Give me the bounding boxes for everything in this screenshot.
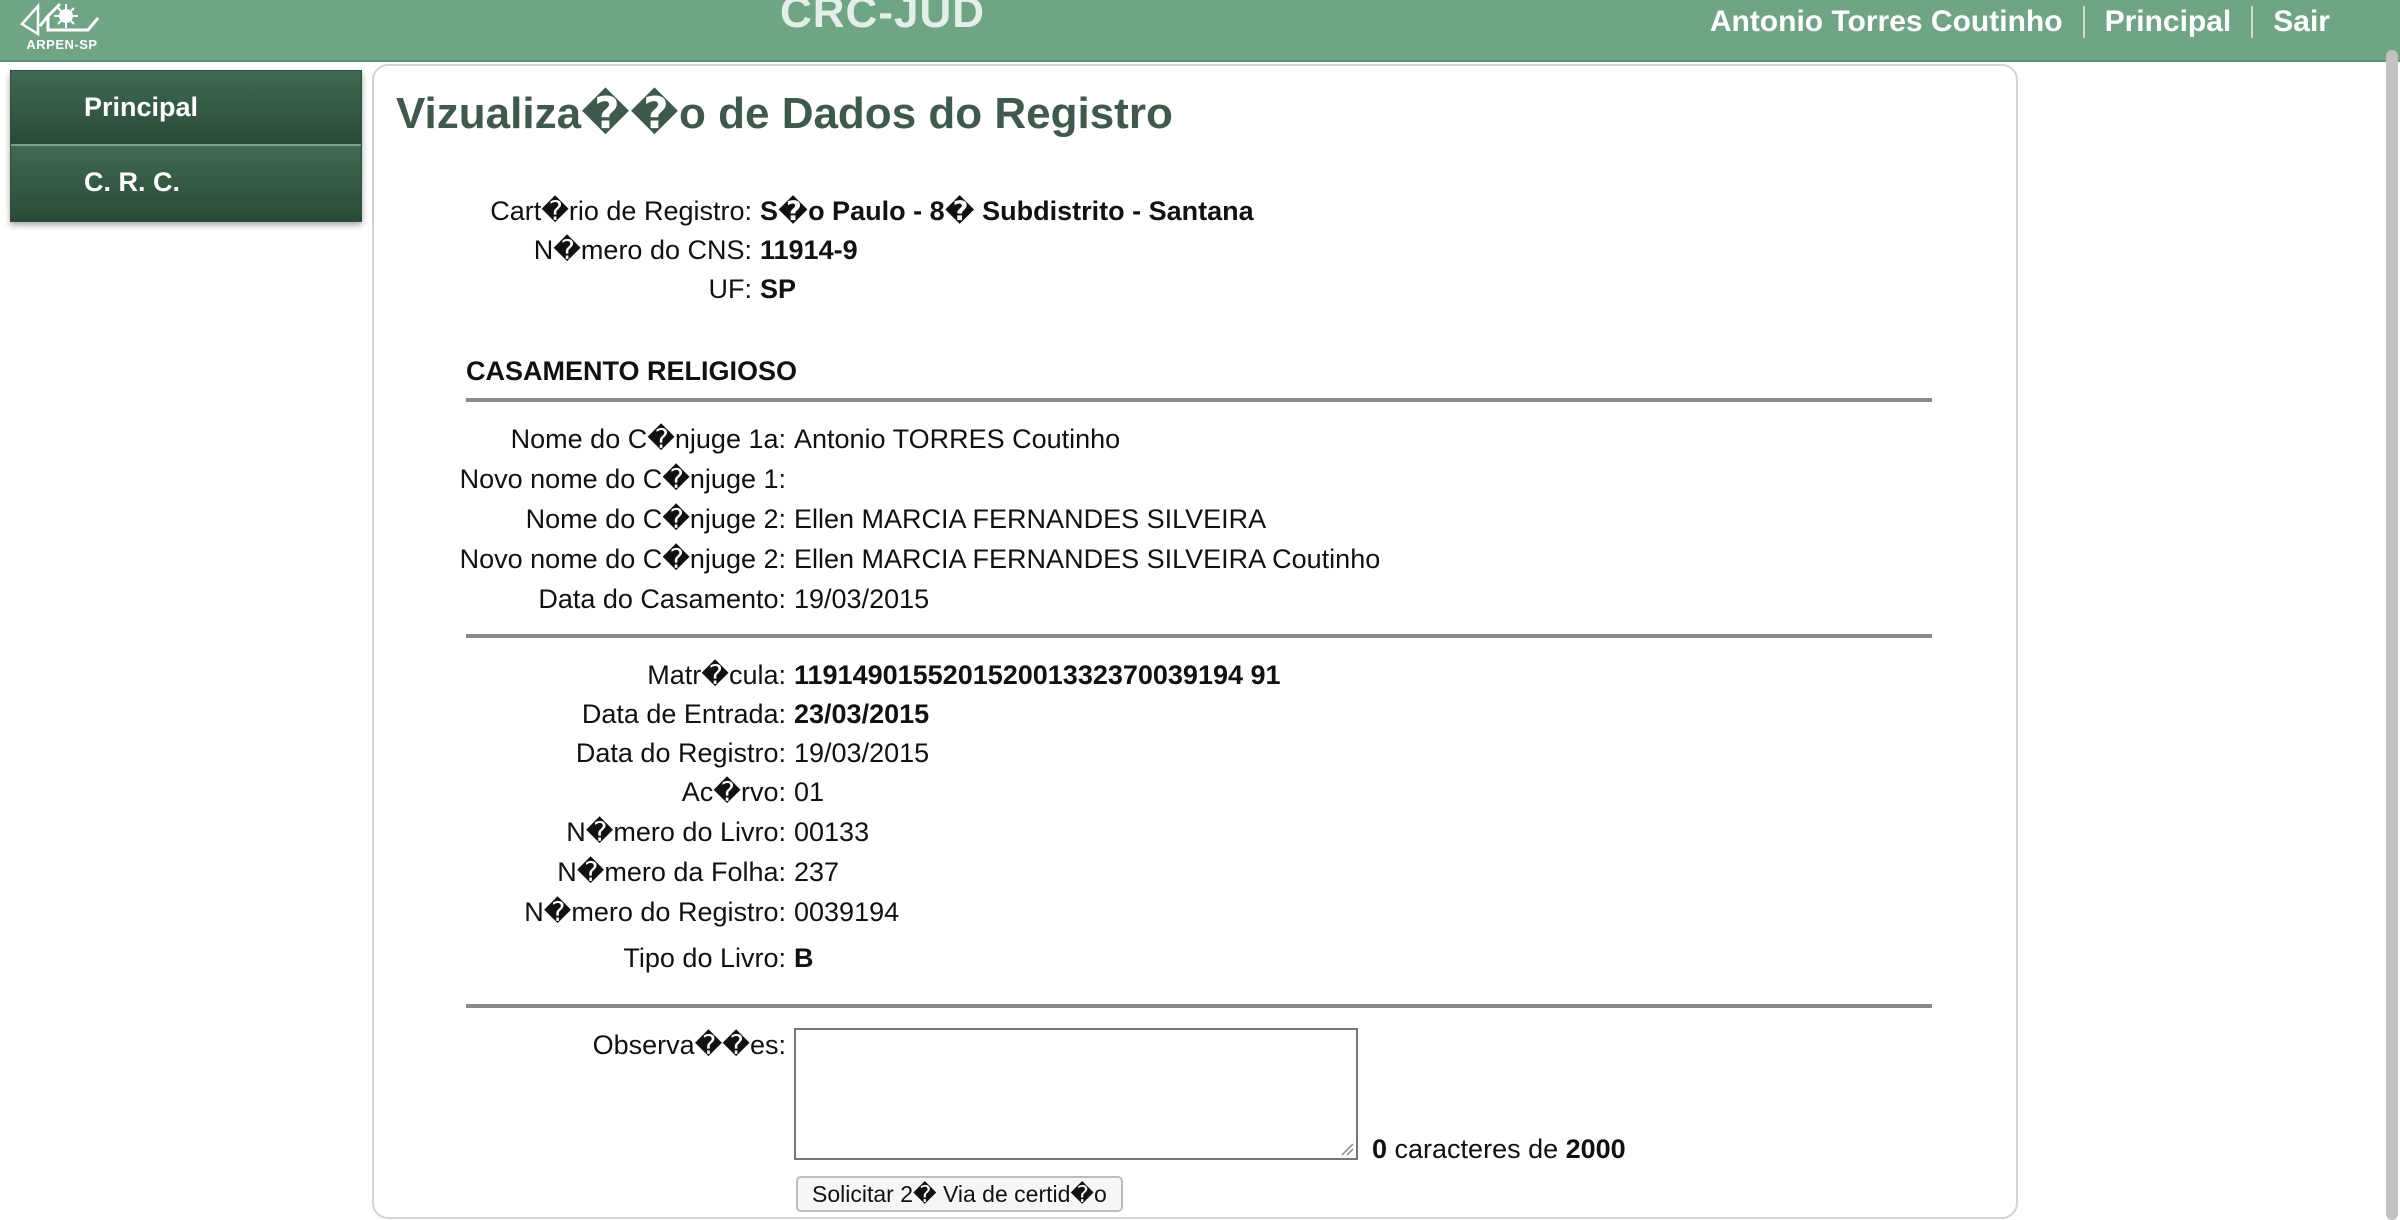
logo-emblem-icon: [20, 2, 100, 37]
resize-grip-icon[interactable]: [1340, 1142, 1354, 1156]
matricula-label: Matr�cula:: [647, 660, 786, 690]
app-title: CRC-JUD: [780, 0, 985, 37]
spouse-value: [786, 462, 794, 496]
entry-date-value: 23/03/2015: [794, 699, 930, 729]
spouse-value: Ellen MARCIA FERNANDES SILVEIRA: [794, 504, 1267, 534]
spouse-row: Novo nome do C�njuge 2: Ellen MARCIA FER…: [374, 542, 1381, 576]
uf-value: SP: [760, 274, 797, 304]
spouse-row: Nome do C�njuge 2: Ellen MARCIA FERNANDE…: [374, 502, 1266, 536]
user-name-link[interactable]: Antonio Torres Coutinho: [1690, 4, 2083, 40]
book-type-label: Tipo do Livro:: [623, 943, 786, 973]
section-title: CASAMENTO RELIGIOSO: [466, 356, 798, 386]
uf-row: UF: SP: [374, 272, 797, 306]
top-bar: ARPEN-SP CRC-JUD Antonio Torres Coutinho…: [0, 0, 2400, 62]
book-type-row: Tipo do Livro: B: [374, 941, 814, 975]
registry-date-value: 19/03/2015: [794, 738, 930, 768]
sidebar-menu: Principal C. R. C.: [10, 70, 362, 222]
logo-text: ARPEN-SP: [26, 37, 98, 52]
page-title: Vizualiza��o de Dados do Registro: [396, 89, 1173, 138]
observacoes-row: Observa��es:: [374, 1028, 786, 1062]
page-number-value: 237: [794, 857, 840, 887]
marriage-date-label: Data do Casamento:: [538, 584, 786, 614]
page-number-row: N�mero da Folha: 237: [374, 855, 839, 889]
cns-label: N�mero do CNS:: [533, 235, 752, 265]
registry-date-row: Data do Registro: 19/03/2015: [374, 736, 929, 770]
book-number-value: 00133: [794, 817, 870, 847]
matricula-value: 119149015520152001332370039194 91: [794, 660, 1281, 690]
scrollbar-thumb[interactable]: [2386, 50, 2398, 1220]
spouse-label: Novo nome do C�njuge 1:: [459, 464, 786, 494]
top-nav: Antonio Torres Coutinho Principal Sair: [1690, 4, 2350, 40]
spouse-label: Nome do C�njuge 2:: [525, 504, 786, 534]
registry-number-value: 0039194: [794, 897, 900, 927]
entry-date-label: Data de Entrada:: [581, 699, 786, 729]
spouse-row: Novo nome do C�njuge 1:: [374, 462, 794, 496]
spouse-label: Novo nome do C�njuge 2:: [459, 544, 786, 574]
book-number-label: N�mero do Livro:: [566, 817, 786, 847]
nav-principal-link[interactable]: Principal: [2085, 4, 2252, 40]
observacoes-textarea[interactable]: [794, 1028, 1358, 1160]
char-max: 2000: [1565, 1134, 1626, 1164]
nav-sair-link[interactable]: Sair: [2253, 4, 2350, 40]
section-divider: [466, 1004, 1932, 1008]
char-counter: 0 caracteres de 2000: [1372, 1134, 1626, 1165]
cartorio-row: Cart�rio de Registro: S�o Paulo - 8� Sub…: [374, 194, 1254, 228]
marriage-date-row: Data do Casamento: 19/03/2015: [374, 582, 929, 616]
book-number-row: N�mero do Livro: 00133: [374, 815, 869, 849]
page-number-label: N�mero da Folha:: [557, 857, 786, 887]
matricula-row: Matr�cula: 11914901552015200133237003919…: [374, 658, 1281, 692]
sidebar-item-crc[interactable]: C. R. C.: [11, 146, 361, 221]
char-count: 0: [1372, 1134, 1388, 1164]
spouse-value: Ellen MARCIA FERNANDES SILVEIRA Coutinho: [794, 544, 1381, 574]
registry-date-label: Data do Registro:: [575, 738, 786, 768]
cns-value: 11914-9: [760, 235, 858, 265]
section-divider: [466, 398, 1932, 402]
entry-date-row: Data de Entrada: 23/03/2015: [374, 697, 929, 731]
scrollbar[interactable]: [2386, 50, 2398, 1220]
uf-label: UF:: [708, 274, 753, 304]
spouse-label: Nome do C�njuge 1a:: [510, 424, 786, 454]
acervo-value: 01: [794, 777, 825, 807]
cns-row: N�mero do CNS: 11914-9: [374, 233, 858, 267]
spouse-value: Antonio TORRES Coutinho: [794, 424, 1121, 454]
spouse-row: Nome do C�njuge 1a: Antonio TORRES Couti…: [374, 422, 1121, 456]
acervo-label: Ac�rvo:: [681, 777, 786, 807]
book-type-value: B: [794, 943, 814, 973]
sidebar-item-principal[interactable]: Principal: [11, 71, 361, 146]
cartorio-value: S�o Paulo - 8� Subdistrito - Santana: [760, 196, 1254, 226]
registry-number-label: N�mero do Registro:: [524, 897, 786, 927]
registry-number-row: N�mero do Registro: 0039194: [374, 895, 899, 929]
observacoes-label: Observa��es:: [592, 1030, 786, 1060]
marriage-date-value: 19/03/2015: [794, 584, 930, 614]
request-certificate-button[interactable]: Solicitar 2� Via de certid�o: [796, 1176, 1123, 1212]
arpen-logo[interactable]: ARPEN-SP: [18, 0, 102, 56]
cartorio-label: Cart�rio de Registro:: [490, 196, 752, 226]
char-counter-text: caracteres de: [1387, 1134, 1566, 1164]
acervo-row: Ac�rvo: 01: [374, 775, 824, 809]
main-panel: Vizualiza��o de Dados do Registro Cart�r…: [372, 64, 2018, 1219]
section-divider: [466, 634, 1932, 638]
